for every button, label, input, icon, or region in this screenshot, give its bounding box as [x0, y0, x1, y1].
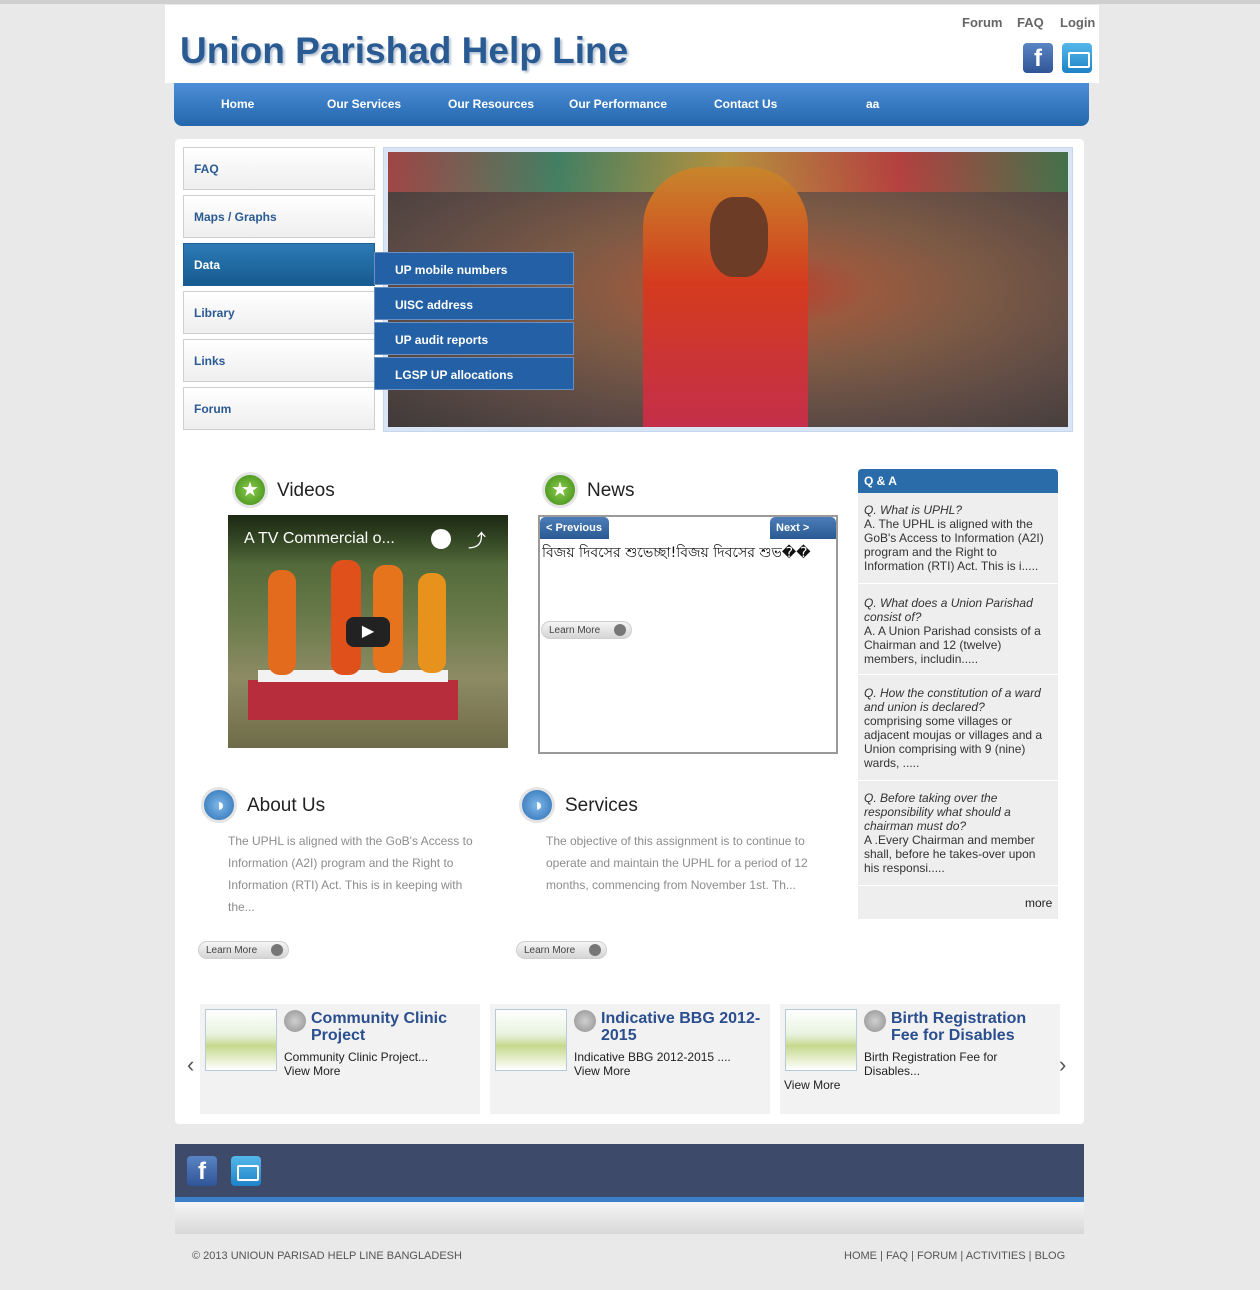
dropdown-item-lgsp-up-allocations[interactable]: LGSP UP allocations: [374, 357, 574, 390]
video-title[interactable]: A TV Commercial o...: [244, 530, 395, 548]
site-title[interactable]: Union Parishad Help Line: [180, 30, 628, 72]
qa-title: Q & A: [858, 469, 1058, 493]
qa-question[interactable]: Q. How the constitution of a ward and un…: [864, 686, 1041, 714]
chevron-left-icon[interactable]: ‹: [187, 1052, 194, 1078]
dropdown-item-uisc-address[interactable]: UISC address: [374, 287, 574, 320]
qa-question[interactable]: Q. What is UPHL?: [864, 503, 962, 517]
card-icon: [864, 1010, 886, 1032]
about-title: About Us: [247, 795, 326, 816]
about-text: The UPHL is aligned with the GoB's Acces…: [228, 834, 473, 914]
footer-links: HOME | FAQ | FORUM | ACTIVITIES | BLOG: [844, 1250, 1066, 1262]
chevron-right-icon[interactable]: ›: [1059, 1052, 1066, 1078]
footer-bar: [175, 1144, 1084, 1198]
card-birth-registration[interactable]: Birth Registration Fee for Disables Birt…: [780, 1004, 1060, 1114]
card-community-clinic[interactable]: Community Clinic Project Community Clini…: [200, 1004, 480, 1114]
card-icon: [574, 1010, 596, 1032]
qa-answer: A .Every Chairman and member shall, befo…: [864, 833, 1036, 875]
divider: [858, 780, 1058, 781]
qa-item[interactable]: Q. How the constitution of a ward and un…: [858, 686, 1058, 770]
qa-item[interactable]: Q. What does a Union Parishad consist of…: [858, 596, 1058, 666]
qa-answer: comprising some villages or adjacent mou…: [864, 714, 1043, 770]
nav-contact-us[interactable]: Contact Us: [714, 97, 777, 111]
star-icon: ★: [232, 472, 268, 508]
card-thumbnail[interactable]: [205, 1009, 277, 1071]
card-indicative-bbg[interactable]: Indicative BBG 2012-2015 Indicative BBG …: [490, 1004, 770, 1114]
dropdown-item-up-mobile-numbers[interactable]: UP mobile numbers: [374, 252, 574, 285]
card-thumbnail[interactable]: [785, 1009, 857, 1071]
card-title[interactable]: Community Clinic Project: [311, 1010, 471, 1044]
top-link-forum[interactable]: Forum: [962, 15, 1002, 30]
dropdown-item-up-audit-reports[interactable]: UP audit reports: [374, 322, 574, 355]
divider: [858, 583, 1058, 584]
star-icon: ★: [542, 472, 578, 508]
card-text: Indicative BBG 2012-2015 ....: [574, 1050, 731, 1064]
sidebar-item-data[interactable]: Data: [183, 243, 375, 286]
card-thumbnail[interactable]: [495, 1009, 567, 1071]
view-more-link[interactable]: View More: [784, 1078, 840, 1092]
view-more-link[interactable]: View More: [284, 1064, 340, 1078]
facebook-icon[interactable]: f: [187, 1156, 217, 1186]
copyright-text: © 2013 UNIOUN PARISAD HELP LINE BANGLADE…: [192, 1250, 462, 1262]
qa-item[interactable]: Q. Before taking over the responsibility…: [858, 791, 1058, 875]
nav-our-performance[interactable]: Our Performance: [569, 97, 667, 111]
qa-question[interactable]: Q. Before taking over the responsibility…: [864, 791, 1011, 833]
services-icon: ◑: [519, 787, 555, 823]
about-learn-more-button[interactable]: Learn More: [198, 941, 289, 959]
qa-item[interactable]: Q. What is UPHL? A. The UPHL is aligned …: [858, 503, 1058, 573]
qa-more-link[interactable]: more: [1025, 896, 1052, 910]
news-previous-button[interactable]: < Previous: [540, 517, 609, 539]
top-link-faq[interactable]: FAQ: [1017, 15, 1044, 30]
footer-link-faq[interactable]: FAQ: [886, 1250, 908, 1262]
sidebar-item-links[interactable]: Links: [183, 339, 375, 382]
services-text: The objective of this assignment is to c…: [546, 834, 808, 892]
divider: [858, 885, 1058, 886]
qa-answer: A. The UPHL is aligned with the GoB's Ac…: [864, 517, 1044, 573]
share-icon[interactable]: ⤴: [468, 527, 486, 553]
mail-icon[interactable]: [1062, 43, 1092, 73]
news-text: বিজয় দিবসের শুভেচ্ছা!বিজয় দিবসের শুভ��: [542, 545, 811, 561]
qa-question[interactable]: Q. What does a Union Parishad consist of…: [864, 596, 1033, 624]
sidebar-item-library[interactable]: Library: [183, 291, 375, 334]
footer-link-blog[interactable]: BLOG: [1035, 1250, 1066, 1262]
sidebar-item-maps-graphs[interactable]: Maps / Graphs: [183, 195, 375, 238]
about-icon: ◑: [201, 787, 237, 823]
nav-our-services[interactable]: Our Services: [327, 97, 401, 111]
nav-our-resources[interactable]: Our Resources: [448, 97, 534, 111]
mail-icon[interactable]: [231, 1156, 261, 1186]
nav-aa[interactable]: aa: [866, 97, 879, 111]
news-learn-more-button[interactable]: Learn More: [541, 621, 632, 639]
top-link-login[interactable]: Login: [1060, 15, 1095, 30]
divider: [858, 674, 1058, 675]
card-title[interactable]: Birth Registration Fee for Disables: [891, 1010, 1051, 1044]
play-icon[interactable]: ▶: [346, 617, 390, 647]
card-text: Community Clinic Project...: [284, 1050, 429, 1064]
card-icon: [284, 1010, 306, 1032]
qa-answer: A. A Union Parishad consists of a Chairm…: [864, 624, 1041, 666]
services-learn-more-button[interactable]: Learn More: [516, 941, 607, 959]
videos-title: Videos: [277, 480, 335, 501]
card-title[interactable]: Indicative BBG 2012-2015: [601, 1010, 761, 1044]
news-title: News: [587, 480, 635, 501]
video-player[interactable]: A TV Commercial o... ⤴ ▶: [228, 515, 508, 748]
watch-later-icon[interactable]: [431, 529, 451, 549]
news-next-button[interactable]: Next >: [770, 517, 836, 539]
card-text: Birth Registration Fee for Disables...: [864, 1050, 998, 1078]
view-more-link[interactable]: View More: [574, 1064, 630, 1078]
services-title: Services: [565, 795, 638, 816]
footer-link-home[interactable]: HOME: [844, 1250, 877, 1262]
footer-strip: [175, 1202, 1084, 1234]
facebook-icon[interactable]: f: [1023, 43, 1053, 73]
footer-link-forum[interactable]: FORUM: [917, 1250, 957, 1262]
footer-link-activities[interactable]: ACTIVITIES: [966, 1250, 1026, 1262]
sidebar-item-faq[interactable]: FAQ: [183, 147, 375, 190]
sidebar-item-forum[interactable]: Forum: [183, 387, 375, 430]
nav-home[interactable]: Home: [221, 97, 254, 111]
